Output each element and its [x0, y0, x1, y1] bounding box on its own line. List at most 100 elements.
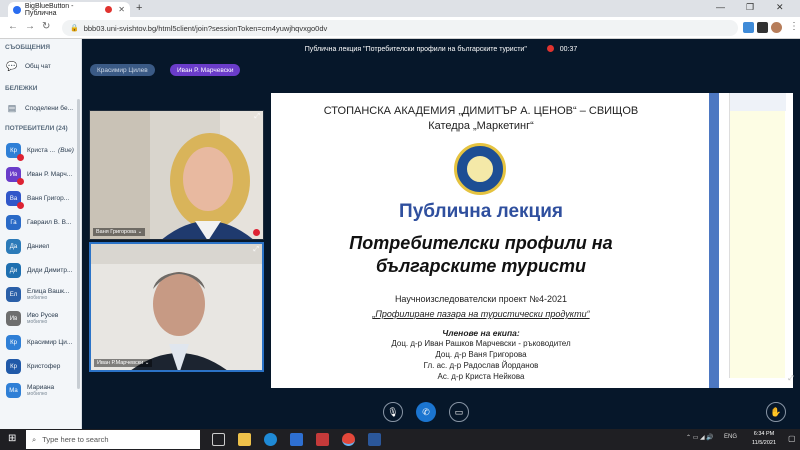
meeting-title-bar: Публична лекция "Потребителски профили н…: [82, 45, 800, 53]
browser-tabbar: BigBlueButton - Публична ✕ + — ❐ ✕: [0, 0, 800, 17]
reload-icon[interactable]: ↻: [42, 21, 50, 32]
messages-header: СЪОБЩЕНИЯ: [5, 44, 50, 51]
language-indicator[interactable]: ENG: [724, 434, 737, 440]
maximize-button[interactable]: ❐: [746, 2, 754, 13]
user-name: Гавраил В. В...: [27, 219, 72, 226]
user-list-item[interactable]: Ив Иво Русев мобилно: [6, 311, 78, 326]
video-user-label[interactable]: Иван Р.Марчевски ⌄: [94, 359, 153, 367]
user-name-block: Ваня Григор...: [27, 195, 69, 202]
user-name-block: Иван Р. Марч...: [27, 171, 72, 178]
public-chat-label: Общ чат: [25, 63, 51, 70]
video-tile[interactable]: ⤢ Иван Р.Марчевски ⌄: [89, 242, 264, 372]
share-webcam-button[interactable]: ▭: [449, 402, 469, 422]
user-name-block: Криста ... (Вие): [27, 147, 74, 154]
presentation-fullscreen-icon[interactable]: ⤢: [788, 375, 794, 383]
sidebar-scrollbar[interactable]: [77, 99, 80, 389]
extension-icon[interactable]: [743, 22, 754, 33]
unmute-button[interactable]: 🎙: [383, 402, 403, 422]
taskbar-search[interactable]: ⌕ Type here to search: [26, 430, 200, 449]
user-name-block: Иво Русев мобилно: [27, 312, 58, 325]
app-icon[interactable]: [316, 433, 329, 446]
word-icon[interactable]: [368, 433, 381, 446]
slide-heading: Публична лекция: [399, 201, 563, 222]
user-avatar: Га: [6, 215, 21, 230]
clock-date: 11/5/2021: [751, 440, 777, 446]
media-controls: 🎙 ✆ ▭ ✋: [82, 400, 800, 424]
video-user-label[interactable]: Ваня Григорова ⌄: [93, 228, 146, 236]
lock-icon: 🔒: [70, 25, 79, 32]
recording-icon: [105, 6, 113, 13]
user-list-item[interactable]: Кр Красимир Ци...: [6, 335, 78, 350]
profile-avatar-icon[interactable]: [771, 22, 782, 33]
store-icon[interactable]: [290, 433, 303, 446]
talker-indicator[interactable]: Красимир Цилев: [90, 64, 155, 76]
chrome-icon[interactable]: [342, 433, 355, 446]
file-explorer-icon[interactable]: [238, 433, 251, 446]
video-tile[interactable]: ⤢ Ваня Григорова ⌄: [89, 110, 264, 240]
edge-icon[interactable]: [264, 433, 277, 446]
sidebar: СЪОБЩЕНИЯ 💬 Общ чат БЕЛЕЖКИ ▤ Споделени …: [0, 39, 82, 429]
user-list-item[interactable]: Кр Кристофер: [6, 359, 78, 374]
user-name-block: Кристофер: [27, 363, 60, 370]
slide-team-member: Гл. ас. д-р Радослав Йорданов: [423, 361, 539, 370]
fullscreen-icon[interactable]: ⤢: [254, 113, 260, 121]
user-list-item[interactable]: Кр Криста ... (Вие): [6, 143, 78, 161]
bigbluebutton-favicon-icon: [13, 5, 21, 14]
user-list-item[interactable]: Ва Ваня Григор...: [6, 191, 78, 209]
browser-tab[interactable]: BigBlueButton - Публична ✕: [8, 2, 130, 17]
forward-icon[interactable]: →: [25, 21, 35, 32]
new-tab-button[interactable]: +: [136, 2, 142, 14]
user-list-item[interactable]: Га Гавраил В. В...: [6, 215, 78, 230]
user-list-item[interactable]: Да Даниел: [6, 239, 78, 254]
user-list-item[interactable]: Ди Диди Димитр...: [6, 263, 78, 278]
recording-indicator-icon[interactable]: [546, 45, 554, 52]
user-list-item[interactable]: Ма Мариана мобилно: [6, 383, 78, 398]
minimize-button[interactable]: —: [716, 2, 725, 12]
extension-icon[interactable]: [757, 22, 768, 33]
windows-start-icon[interactable]: ⊞: [8, 433, 16, 444]
fullscreen-icon[interactable]: ⤢: [253, 246, 259, 254]
user-name: Мариана: [27, 384, 55, 391]
user-list-item[interactable]: Ел Елица Вашк... мобилно: [6, 287, 78, 302]
user-name-block: Елица Вашк... мобилно: [27, 288, 69, 301]
user-name: Ваня Григор...: [27, 195, 70, 202]
user-device-label: мобилно: [27, 391, 48, 397]
back-icon[interactable]: ←: [8, 21, 18, 32]
url-text: bbb03.uni-svishtov.bg/html5client/join?s…: [83, 23, 328, 33]
user-name-block: Диди Димитр...: [27, 267, 72, 274]
meeting-area: Публична лекция "Потребителски профили н…: [82, 39, 800, 429]
url-field[interactable]: 🔒 bbb03.uni-svishtov.bg/html5client/join…: [62, 20, 738, 36]
talker-indicator[interactable]: Иван Р. Марчевски: [170, 64, 241, 76]
webcam-feed: [91, 244, 262, 370]
recording-timer: 00:37: [559, 46, 578, 53]
search-icon: ⌕: [32, 434, 37, 444]
slide-title-line1: Потребителски профили на: [349, 233, 613, 253]
clock-time: 6:34 PM: [753, 431, 775, 437]
close-window-button[interactable]: ✕: [776, 2, 784, 13]
user-name: Криста ...: [27, 147, 56, 154]
slide-team-member: Ас. д-р Криста Нейкова: [437, 372, 525, 381]
shared-notes-item[interactable]: ▤ Споделени бе...: [5, 103, 73, 114]
user-name: Красимир Ци...: [27, 339, 73, 346]
task-view-icon[interactable]: [212, 433, 225, 446]
user-name-block: Красимир Ци...: [27, 339, 72, 346]
user-avatar: Кр: [6, 359, 21, 374]
chat-icon: 💬: [6, 61, 18, 71]
user-name-block: Гавраил В. В...: [27, 219, 71, 226]
notifications-icon[interactable]: ▢: [788, 434, 796, 443]
slide-decoration-bar: [709, 93, 719, 388]
taskbar-clock[interactable]: 6:34 PM 11/5/2021: [745, 430, 783, 448]
raise-hand-button[interactable]: ✋: [766, 402, 786, 422]
system-tray-icons[interactable]: ⌃ ▭ ◢ 🔊: [686, 434, 714, 441]
close-tab-icon[interactable]: ✕: [118, 5, 125, 14]
slide-project-name: „Профилиране пазара на туристически прод…: [372, 309, 590, 319]
user-avatar: Ди: [6, 263, 21, 278]
address-bar: ← → ↻ 🔒 bbb03.uni-svishtov.bg/html5clien…: [0, 17, 800, 39]
notes-header: БЕЛЕЖКИ: [5, 85, 38, 92]
user-name: Иво Русев: [27, 312, 59, 319]
leave-audio-button[interactable]: ✆: [416, 402, 436, 422]
menu-kebab-icon[interactable]: ⋮: [789, 21, 799, 32]
user-list-item[interactable]: Ив Иван Р. Марч...: [6, 167, 78, 185]
public-chat-item[interactable]: 💬 Общ чат: [5, 61, 51, 72]
user-avatar: Ва: [6, 191, 24, 209]
